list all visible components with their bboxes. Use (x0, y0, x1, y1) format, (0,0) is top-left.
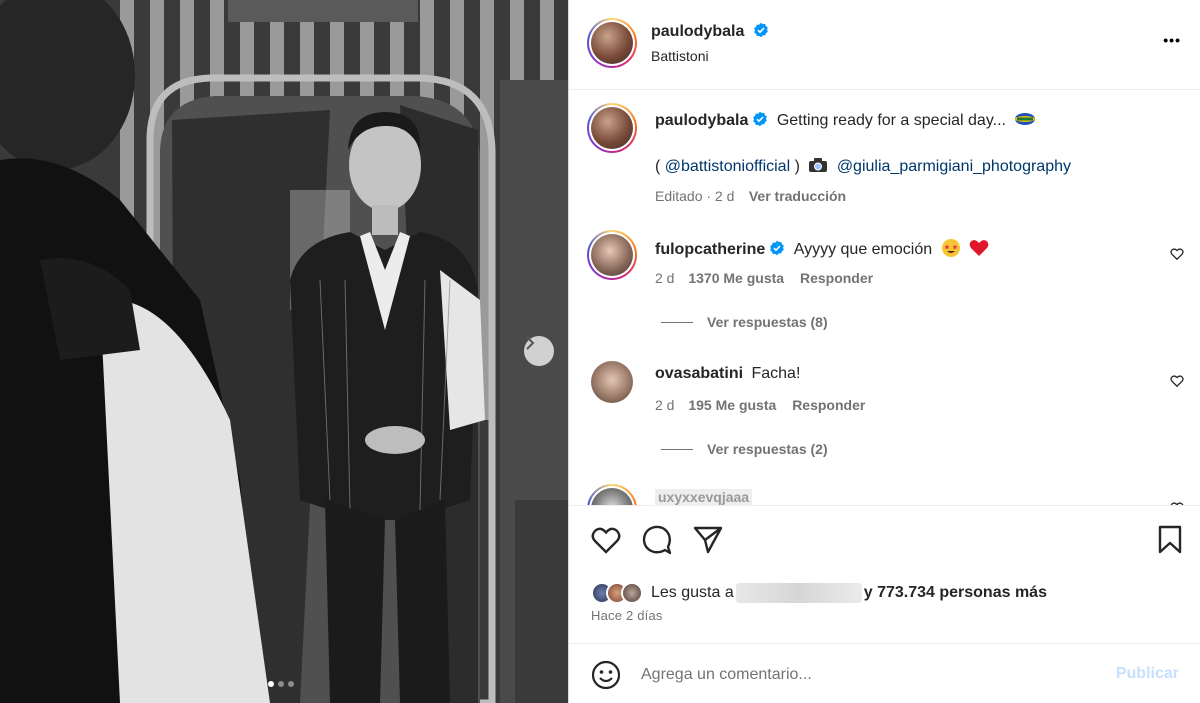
comment-line: ovasabatini Facha! (655, 365, 800, 383)
like-comment-heart-icon[interactable] (1170, 374, 1184, 388)
carousel-dot (278, 681, 284, 687)
view-replies-button[interactable]: Ver respuestas (8) (661, 314, 828, 330)
mention-giulia-parmigiani[interactable]: @giulia_parmigiani_photography (837, 158, 1071, 175)
camera-emoji-icon (809, 158, 828, 172)
likes-count-text[interactable]: y 773.734 personas más (864, 584, 1047, 602)
comment-likes-count[interactable]: 1370 Me gusta (688, 270, 784, 286)
post-time[interactable]: Hace 2 días (591, 608, 663, 623)
emoji-picker-icon[interactable] (591, 660, 621, 690)
view-replies-button[interactable]: Ver respuestas (2) (661, 441, 828, 457)
view-replies-label: Ver respuestas (2) (707, 441, 828, 457)
comment-input[interactable] (641, 662, 1091, 688)
caption-edited-time: Editado · 2 d (655, 188, 735, 204)
post-header: paulodybala Battistoni ••• (569, 0, 1200, 90)
add-comment-bar: Publicar (569, 643, 1200, 703)
comment-time: 2 d (655, 397, 675, 413)
caption-paren-close: ) (794, 158, 800, 175)
red-heart-emoji-icon (969, 240, 989, 256)
liker-avatar (621, 582, 643, 604)
comment-author[interactable]: fulopcatherine (655, 241, 765, 258)
caption-author[interactable]: paulodybala (655, 112, 748, 129)
comment-meta: 2 d 195 Me gusta Responder (655, 397, 865, 413)
comments-list[interactable]: paulodybala Getting ready for a special … (569, 91, 1200, 505)
save-bookmark-icon[interactable] (1157, 525, 1183, 555)
flag-emoji-icon (1015, 113, 1036, 125)
comment-avatar-fulopcatherine[interactable] (587, 230, 637, 280)
comment-text: Facha! (751, 365, 801, 382)
author-avatar[interactable] (587, 18, 637, 68)
star-struck-emoji-icon (941, 239, 960, 257)
post-actions: Les gusta a y 773.734 personas más Hace … (569, 505, 1200, 635)
verified-badge-icon (754, 22, 768, 38)
caption-text: Getting ready for a special day... (776, 112, 1006, 129)
mention-battistoniofficial[interactable]: @battistoniofficial (665, 158, 790, 175)
comment-line: fulopcatherine Ayyyy que emoción (655, 238, 989, 259)
more-options-icon[interactable]: ••• (1163, 32, 1181, 48)
author-username[interactable]: paulodybala (651, 23, 744, 40)
comment-avatar-ovasabatini[interactable] (591, 361, 633, 403)
chevron-right-icon (526, 336, 535, 350)
publish-button[interactable]: Publicar (1116, 665, 1179, 683)
photo-illustration (0, 0, 568, 703)
blurred-username (735, 583, 862, 603)
carousel-dot (268, 681, 274, 687)
caption-paren-open: ( (655, 158, 661, 175)
share-send-icon[interactable] (693, 525, 723, 555)
view-replies-label: Ver respuestas (8) (707, 314, 828, 330)
post-location[interactable]: Battistoni (651, 48, 709, 64)
post-details-panel: paulodybala Battistoni ••• paulodybala G… (568, 0, 1200, 703)
reply-button[interactable]: Responder (800, 270, 873, 286)
caption-mentions: ( @battistoniofficial ) @giulia_parmigia… (655, 157, 1071, 176)
caption-line: paulodybala Getting ready for a special … (655, 111, 1155, 130)
caption-author-avatar[interactable] (587, 103, 637, 153)
comment-likes-count[interactable]: 195 Me gusta (688, 397, 776, 413)
likes-summary[interactable]: Les gusta a y 773.734 personas más (591, 582, 1047, 604)
likes-prefix: Les gusta a (651, 584, 734, 601)
reply-button[interactable]: Responder (792, 397, 865, 413)
like-heart-icon[interactable] (591, 526, 621, 554)
carousel-dot (288, 681, 294, 687)
carousel-indicator (268, 681, 294, 687)
author-line: paulodybala (651, 22, 769, 41)
carousel-next-button[interactable] (524, 336, 554, 366)
caption-meta: Editado · 2 d Ver traducción (655, 188, 846, 206)
post-photo[interactable] (0, 0, 568, 703)
see-translation-link[interactable]: Ver traducción (749, 188, 846, 204)
verified-badge-icon (753, 111, 768, 127)
comment-time: 2 d (655, 270, 675, 286)
comment-meta: 2 d 1370 Me gusta Responder (655, 270, 873, 286)
comment-author[interactable]: uxyxxevqjaaa (655, 489, 753, 505)
comment-author[interactable]: ovasabatini (655, 365, 743, 382)
like-comment-heart-icon[interactable] (1170, 247, 1184, 261)
comment-bubble-icon[interactable] (642, 525, 672, 555)
comment-avatar[interactable] (587, 484, 637, 505)
comment-text: Ayyyy que emoción (793, 241, 933, 258)
verified-badge-icon (770, 240, 785, 256)
